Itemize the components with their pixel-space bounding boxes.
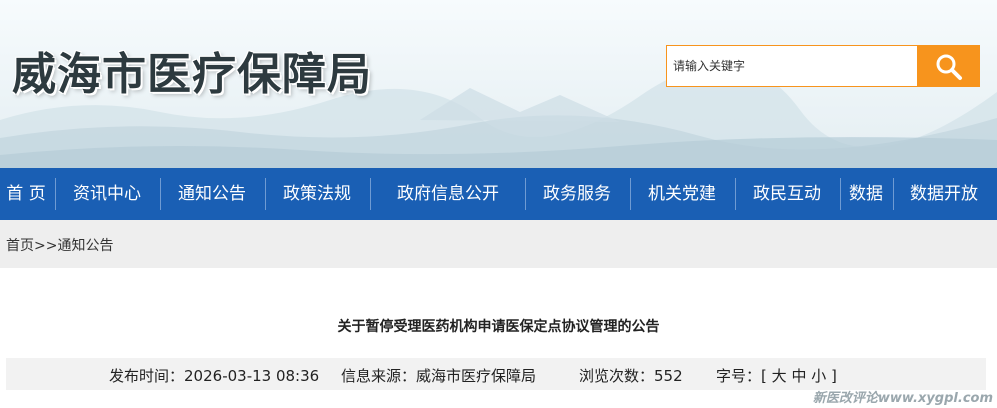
nav-item-news[interactable]: 资讯中心	[58, 168, 156, 220]
nav-item-services[interactable]: 政务服务	[528, 168, 626, 220]
nav-divider	[630, 178, 631, 210]
info-source: 信息来源：威海市医疗保障局	[341, 365, 536, 386]
font-size-control: 字号：[ 大 中 小 ]	[716, 365, 837, 386]
nav-divider	[840, 178, 841, 210]
publish-time-value: 2026-03-13 08:36	[184, 367, 320, 385]
nav-item-data[interactable]: 数据	[842, 168, 890, 220]
info-source-value: 威海市医疗保障局	[416, 367, 537, 385]
view-count-label: 浏览次数：	[579, 367, 655, 385]
font-size-label: 字号：	[716, 367, 762, 385]
font-size-medium[interactable]: 中	[791, 367, 806, 385]
nav-item-gov-info[interactable]: 政府信息公开	[373, 168, 523, 220]
search-button[interactable]	[917, 45, 980, 87]
info-source-label: 信息来源：	[341, 367, 417, 385]
nav-item-party[interactable]: 机关党建	[633, 168, 731, 220]
view-count: 浏览次数：552	[579, 365, 683, 386]
publish-time-label: 发布时间：	[109, 367, 185, 385]
search-icon	[936, 54, 962, 80]
nav-item-open-data[interactable]: 数据开放	[896, 168, 992, 220]
site-title: 威海市医疗保障局	[12, 49, 372, 100]
font-size-bracket-open: [	[761, 367, 767, 385]
search-input[interactable]	[667, 46, 917, 86]
font-size-large[interactable]: 大	[772, 367, 787, 385]
nav-item-home[interactable]: 首 页	[0, 168, 52, 220]
nav-divider	[265, 178, 266, 210]
nav-item-interaction[interactable]: 政民互动	[738, 168, 836, 220]
site-header: 威海市医疗保障局	[0, 0, 997, 168]
nav-divider	[525, 178, 526, 210]
font-size-small[interactable]: 小	[811, 367, 826, 385]
nav-divider	[55, 178, 56, 210]
search-box	[666, 45, 980, 87]
publish-time: 发布时间：2026-03-13 08:36	[109, 365, 319, 386]
nav-divider	[370, 178, 371, 210]
nav-item-policies[interactable]: 政策法规	[268, 168, 366, 220]
main-nav: 首 页 资讯中心 通知公告 政策法规 政府信息公开 政务服务 机关党建 政民互动…	[0, 168, 997, 220]
breadcrumb: 首页>>通知公告	[6, 235, 113, 255]
font-size-bracket-close: ]	[831, 367, 837, 385]
breadcrumb-bar: 首页>>通知公告	[0, 220, 997, 268]
nav-divider	[735, 178, 736, 210]
breadcrumb-home-link[interactable]: 首页	[6, 238, 34, 254]
breadcrumb-separator: >>	[34, 238, 58, 254]
article-meta-bar: 发布时间：2026-03-13 08:36 信息来源：威海市医疗保障局 浏览次数…	[6, 358, 986, 390]
breadcrumb-current-link[interactable]: 通知公告	[57, 238, 113, 254]
nav-divider	[893, 178, 894, 210]
article-title: 关于暂停受理医药机构申请医保定点协议管理的公告	[337, 319, 660, 335]
nav-divider	[160, 178, 161, 210]
nav-item-notices[interactable]: 通知公告	[163, 168, 261, 220]
watermark: 新医改评论www.xygpl.com	[812, 391, 993, 406]
view-count-value: 552	[654, 367, 683, 385]
